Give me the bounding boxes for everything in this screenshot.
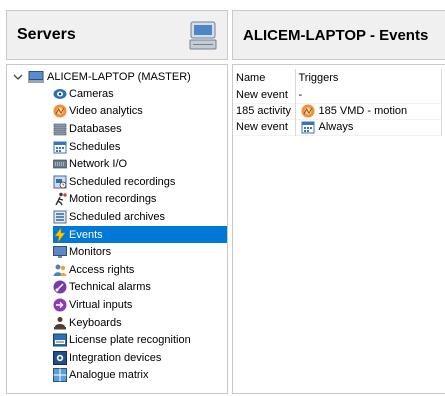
camera-icon	[53, 87, 67, 101]
tree-item-analogue-matrix[interactable]: Analogue matrix	[53, 367, 227, 385]
table-row[interactable]: New event -	[233, 87, 442, 103]
tree-item-video-analytics[interactable]: Video analytics	[53, 103, 227, 121]
tree-item-license-plate-recognition[interactable]: License plate recognition	[53, 331, 227, 349]
trigger-label: -	[298, 88, 303, 101]
tree-item-network-i-o[interactable]: Network I/O	[53, 155, 227, 173]
matrix-icon	[53, 368, 67, 383]
server-icon	[189, 21, 217, 50]
servers-title: Servers	[17, 26, 76, 43]
servers-header: Servers	[6, 10, 228, 60]
license-plate-icon	[53, 333, 67, 347]
tree-item-label: Video analytics	[69, 105, 143, 118]
tree-item-label: Access rights	[69, 263, 135, 276]
tree-root-label: ALICEM-LAPTOP (MASTER)	[47, 71, 191, 83]
tree-item-label: Cameras	[69, 87, 114, 100]
events-table-container: Name Triggers New event -185 activity 185 …	[232, 64, 445, 394]
video-analytics-icon	[301, 104, 315, 118]
tree-item-label: Scheduled recordings	[69, 175, 176, 188]
network-io-icon	[53, 157, 67, 171]
calendar-icon	[301, 120, 315, 134]
events-title: ALICEM-LAPTOP - Events	[243, 26, 429, 44]
tree-item-label: Events	[69, 228, 103, 241]
column-header-triggers[interactable]: Triggers	[295, 69, 442, 87]
video-analytics-icon	[53, 104, 67, 118]
tree-item-schedules[interactable]: Schedules	[53, 138, 227, 156]
integration-icon	[53, 350, 67, 365]
tree-item-cameras[interactable]: Cameras	[53, 85, 227, 103]
tree-item-label: Keyboards	[69, 316, 122, 329]
tree-item-scheduled-recordings[interactable]: Scheduled recordings	[53, 173, 227, 191]
tree-item-virtual-inputs[interactable]: Virtual inputs	[53, 296, 227, 314]
calendar-icon	[53, 140, 67, 154]
column-header-name[interactable]: Name	[233, 69, 296, 87]
tree-item-access-rights[interactable]: Access rights	[53, 261, 227, 279]
tree-item-label: Technical alarms	[69, 281, 151, 294]
tree-item-label: Schedules	[69, 140, 121, 153]
tree-item-label: Monitors	[69, 246, 112, 259]
scheduled-recording-icon	[53, 175, 67, 189]
events-pane: ALICEM-LAPTOP - Events Name Triggers New…	[232, 0, 445, 396]
event-name-cell: New event	[233, 87, 296, 103]
event-trigger-cell: -	[295, 87, 442, 103]
tree-item-technical-alarms[interactable]: Technical alarms	[53, 279, 227, 297]
motion-recording-icon	[53, 192, 67, 206]
keyboard-icon	[53, 316, 67, 330]
event-trigger-cell: 185 VMD - motion	[295, 103, 442, 119]
archive-icon	[53, 210, 67, 224]
tree-item-keyboards[interactable]: Keyboards	[53, 314, 227, 332]
chevron-down-icon[interactable]	[13, 72, 23, 82]
event-name-cell: 185 activity	[233, 103, 296, 119]
tree-children: Cameras Video analytics Databases Schedules…	[53, 85, 227, 385]
tree-item-label: Virtual inputs	[69, 298, 133, 311]
tree-item-monitors[interactable]: Monitors	[53, 243, 227, 261]
table-row[interactable]: 185 activity 185 VMD - motion	[233, 103, 442, 119]
trigger-label: 185 VMD - motion	[318, 104, 408, 117]
tree-item-label: Analogue matrix	[69, 369, 149, 382]
event-trigger-cell: Always	[295, 119, 442, 135]
tree-item-label: Databases	[69, 122, 122, 135]
users-icon	[53, 263, 67, 277]
monitor-icon	[53, 245, 67, 259]
lightning-icon	[53, 226, 67, 242]
events-table: Name Triggers New event -185 activity 185 …	[233, 69, 442, 136]
event-name-cell: New event	[233, 119, 296, 135]
tree-item-integration-devices[interactable]: Integration devices	[53, 349, 227, 367]
tree-item-motion-recordings[interactable]: Motion recordings	[53, 191, 227, 209]
trigger-label: Always	[318, 120, 354, 133]
virtual-input-icon	[53, 298, 67, 312]
tree-item-label: Integration devices	[69, 351, 162, 364]
tree-item-label: Scheduled archives	[69, 210, 166, 223]
tree-item-label: Motion recordings	[69, 193, 157, 206]
computer-icon	[28, 71, 44, 83]
tree-item-events[interactable]: Events	[53, 225, 227, 244]
tree-item-scheduled-archives[interactable]: Scheduled archives	[53, 208, 227, 226]
events-header: ALICEM-LAPTOP - Events	[232, 10, 445, 60]
alarm-icon	[53, 280, 67, 294]
tree-item-databases[interactable]: Databases	[53, 120, 227, 138]
database-icon	[53, 122, 67, 136]
tree-item-label: Network I/O	[69, 158, 128, 171]
servers-pane: Servers ALICEM-LAPTOP (MASTER) Cameras Vi…	[0, 0, 232, 396]
tree-item-label: License plate recognition	[69, 334, 191, 347]
server-tree[interactable]: ALICEM-LAPTOP (MASTER) Cameras Video anal…	[6, 64, 228, 394]
tree-root-node[interactable]: ALICEM-LAPTOP (MASTER)	[13, 69, 191, 85]
table-row[interactable]: New event Always	[233, 119, 442, 135]
